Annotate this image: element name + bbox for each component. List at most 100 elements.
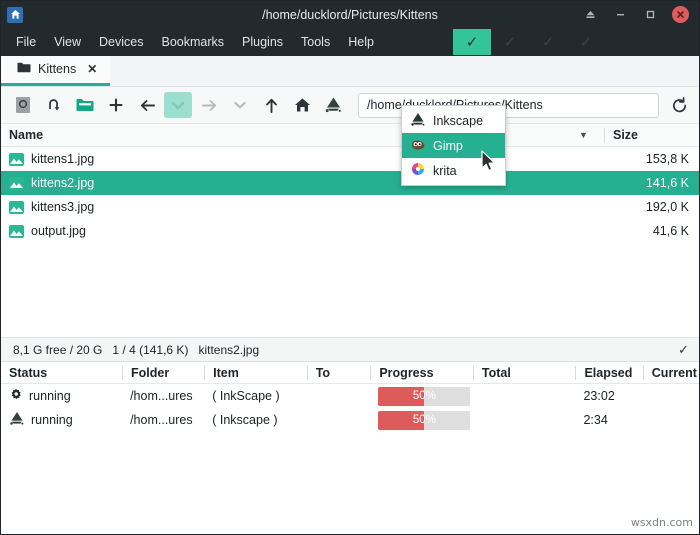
up-button[interactable] [257, 92, 285, 118]
forward-button[interactable] [195, 92, 223, 118]
menu-help[interactable]: Help [339, 32, 383, 52]
image-file-icon [9, 153, 24, 166]
image-file-icon [9, 225, 24, 238]
progress-bar: 50% [378, 387, 470, 406]
popup-item-krita[interactable]: krita [402, 158, 505, 183]
menu-file[interactable]: File [7, 32, 45, 52]
tab-kittens[interactable]: Kittens ✕ [1, 55, 110, 86]
home-icon [7, 7, 23, 23]
menu-devices[interactable]: Devices [90, 32, 152, 52]
file-row[interactable]: kittens1.jpg 153,8 K [1, 147, 699, 171]
job-row[interactable]: running /hom...ures ( Inkscape ) 50% 2:3… [1, 408, 699, 432]
progress-label: 50% [378, 387, 470, 406]
jobs-column-item[interactable]: Item [204, 366, 307, 380]
menu-bookmarks[interactable]: Bookmarks [153, 32, 234, 52]
watermark: wsxdn.com [631, 516, 693, 529]
job-row[interactable]: running /hom...ures ( InkScape ) 50% 23:… [1, 384, 699, 408]
menu-tools[interactable]: Tools [292, 32, 339, 52]
popup-item-label: krita [433, 164, 457, 178]
sort-descending-icon[interactable]: ▼ [579, 130, 588, 140]
job-folder: /hom...ures [122, 413, 204, 427]
file-size: 141,6 K [646, 176, 699, 190]
free-space-label: 8,1 G free / 20 G [13, 343, 102, 357]
menu-view[interactable]: View [45, 32, 90, 52]
undo-button[interactable] [40, 92, 68, 118]
column-header-name[interactable]: Name [1, 128, 43, 142]
window-controls [582, 6, 699, 23]
image-file-icon [9, 201, 24, 214]
file-row[interactable]: kittens2.jpg 141,6 K [1, 171, 699, 195]
jobs-column-to[interactable]: To [307, 366, 371, 380]
toolbar: /home/ducklord/Pictures/Kittens [1, 87, 699, 124]
krita-icon [410, 162, 426, 179]
status-check-icon[interactable]: ✓ [678, 342, 689, 358]
file-name: kittens3.jpg [31, 200, 94, 214]
open-folder-button[interactable] [71, 92, 99, 118]
application-popup-menu: Inkscape Gimp [401, 105, 506, 186]
device-button[interactable] [9, 92, 37, 118]
jobs-column-status[interactable]: Status [1, 366, 122, 380]
check-button-2[interactable]: ✓ [491, 29, 529, 55]
check-button-3[interactable]: ✓ [529, 29, 567, 55]
jobs-column-total[interactable]: Total [473, 366, 576, 380]
popup-item-label: Inkscape [433, 114, 483, 128]
close-icon[interactable]: ✕ [87, 62, 97, 76]
check-button-4[interactable]: ✓ [567, 29, 605, 55]
tab-strip: Kittens ✕ [1, 56, 699, 87]
popup-item-label: Gimp [433, 139, 463, 153]
file-size: 41,6 K [653, 224, 699, 238]
file-row[interactable]: output.jpg 41,6 K [1, 219, 699, 243]
home-button[interactable] [288, 92, 316, 118]
popup-item-inkscape[interactable]: Inkscape [402, 108, 505, 133]
file-name: kittens1.jpg [31, 152, 94, 166]
close-icon[interactable] [672, 6, 689, 23]
tab-label: Kittens [38, 62, 76, 76]
job-item: ( Inkscape ) [204, 413, 307, 427]
back-button[interactable] [133, 92, 161, 118]
gear-icon [9, 388, 23, 405]
eject-icon[interactable] [582, 7, 598, 23]
file-manager-window: /home/ducklord/Pictures/Kittens File Vie… [0, 0, 700, 535]
new-tab-button[interactable] [102, 92, 130, 118]
popup-item-gimp[interactable]: Gimp [402, 133, 505, 158]
job-status: running [29, 389, 71, 403]
job-elapsed: 2:34 [575, 413, 642, 427]
jobs-panel: Status Folder Item To Progress Total Ela… [1, 362, 699, 432]
image-file-icon [9, 177, 24, 190]
jobs-column-current[interactable]: Current [643, 366, 699, 380]
file-size: 192,0 K [646, 200, 699, 214]
file-list-header: Name ▼ Size [1, 124, 699, 147]
job-item: ( InkScape ) [204, 389, 307, 403]
column-header-size[interactable]: Size [604, 128, 638, 143]
reload-icon[interactable] [667, 97, 691, 114]
minimize-icon[interactable] [612, 7, 628, 23]
job-folder: /hom...ures [122, 389, 204, 403]
gimp-icon [410, 138, 426, 154]
jobs-column-progress[interactable]: Progress [370, 366, 473, 380]
status-bar: 8,1 G free / 20 G 1 / 4 (141,6 K) kitten… [1, 337, 699, 362]
inkscape-icon [410, 112, 426, 130]
maximize-icon[interactable] [642, 7, 658, 23]
jobs-column-elapsed[interactable]: Elapsed [575, 366, 642, 380]
progress-bar: 50% [378, 411, 470, 430]
file-name: output.jpg [31, 224, 86, 238]
selection-count-label: 1 / 4 (141,6 K) [112, 343, 188, 357]
file-size: 153,8 K [646, 152, 699, 166]
jobs-column-folder[interactable]: Folder [122, 366, 204, 380]
folder-icon [17, 62, 31, 76]
pane-check-buttons: ✓ ✓ ✓ ✓ [453, 28, 605, 56]
file-list: kittens1.jpg 153,8 K kittens2.jpg 141,6 … [1, 147, 699, 337]
forward-history-button[interactable] [226, 92, 254, 118]
title-bar: /home/ducklord/Pictures/Kittens [1, 1, 699, 28]
inkscape-icon [9, 411, 25, 429]
back-history-button[interactable] [164, 92, 192, 118]
selected-file-label: kittens2.jpg [198, 343, 259, 357]
inkscape-button[interactable] [319, 92, 347, 118]
check-button-1[interactable]: ✓ [453, 29, 491, 55]
menu-plugins[interactable]: Plugins [233, 32, 292, 52]
menu-bar: File View Devices Bookmarks Plugins Tool… [1, 28, 699, 56]
jobs-header-row: Status Folder Item To Progress Total Ela… [1, 362, 699, 384]
progress-label: 50% [378, 411, 470, 430]
file-row[interactable]: kittens3.jpg 192,0 K [1, 195, 699, 219]
file-name: kittens2.jpg [31, 176, 94, 190]
